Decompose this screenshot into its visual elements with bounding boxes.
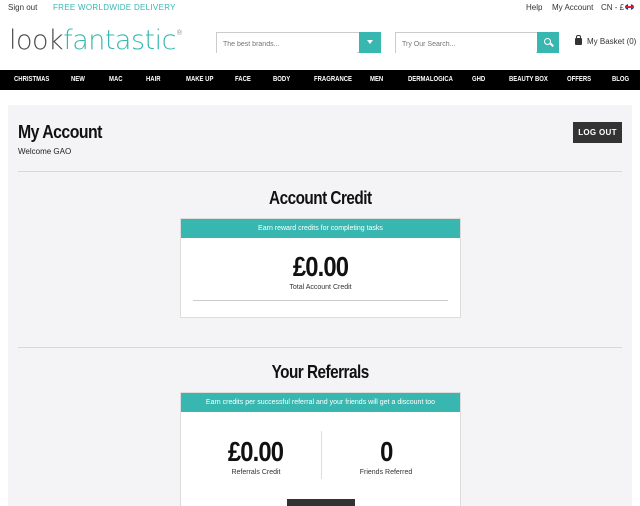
help-link[interactable]: Help bbox=[526, 3, 542, 12]
nav-item-new[interactable]: NEW bbox=[71, 76, 85, 83]
search-input[interactable] bbox=[396, 35, 536, 54]
referrals-card: Earn credits per successful referral and… bbox=[180, 392, 461, 506]
site-logo[interactable]: lookfantastic® bbox=[9, 25, 183, 56]
friends-referred-label: Friends Referred bbox=[359, 469, 413, 476]
chevron-down-icon[interactable] bbox=[359, 32, 381, 53]
credit-banner: Earn reward credits for completing tasks bbox=[181, 219, 460, 238]
nav-item-body[interactable]: BODY bbox=[273, 76, 290, 83]
section-divider bbox=[18, 171, 622, 172]
credit-amount-label: Total Account Credit bbox=[289, 284, 352, 291]
invite-friends-button[interactable] bbox=[287, 499, 355, 506]
credit-amount: £0.00 bbox=[181, 251, 460, 283]
main-navigation: CHRISTMAS NEW MAC HAIR MAKE UP FACE BODY… bbox=[0, 70, 640, 90]
nav-item-offers[interactable]: OFFERS bbox=[567, 76, 591, 83]
sign-out-link[interactable]: Sign out bbox=[8, 3, 37, 12]
section-divider bbox=[18, 347, 622, 348]
my-account-link[interactable]: My Account bbox=[552, 3, 593, 12]
nav-item-make-up[interactable]: MAKE UP bbox=[186, 76, 213, 83]
account-credit-heading: Account Credit bbox=[0, 188, 640, 209]
account-credit-heading-text: Account Credit bbox=[268, 188, 372, 208]
welcome-message: Welcome GAO bbox=[18, 147, 72, 156]
nav-item-hair[interactable]: HAIR bbox=[146, 76, 161, 83]
nav-item-fragrance[interactable]: FRAGRANCE bbox=[314, 76, 352, 83]
locale-selector[interactable]: CN - £ bbox=[601, 3, 624, 12]
search-bar[interactable] bbox=[395, 32, 559, 54]
free-delivery-banner[interactable]: FREE WORLDWIDE DELIVERY bbox=[53, 3, 176, 12]
nav-item-blog[interactable]: BLOG bbox=[612, 76, 629, 83]
referrals-banner: Earn credits per successful referral and… bbox=[181, 393, 460, 412]
referrals-heading-text: Your Referrals bbox=[271, 362, 369, 382]
nav-item-christmas[interactable]: CHRISTMAS bbox=[14, 76, 49, 83]
search-icon-handle bbox=[550, 42, 554, 47]
logo-part-look: look bbox=[9, 25, 64, 56]
shopping-bag-icon bbox=[575, 35, 582, 45]
friends-referred-count: 0 bbox=[321, 436, 451, 468]
logo-registered-mark: ® bbox=[175, 29, 183, 37]
card-divider bbox=[193, 300, 448, 301]
page-title: My Account bbox=[18, 122, 102, 142]
referrals-credit-label: Referrals Credit bbox=[231, 469, 281, 476]
nav-item-beauty-box[interactable]: BEAUTY BOX bbox=[509, 76, 548, 83]
brand-selector[interactable] bbox=[216, 32, 381, 54]
logout-button[interactable]: LOG OUT bbox=[573, 122, 622, 143]
referrals-credit-amount: £0.00 bbox=[181, 436, 331, 468]
nav-item-face[interactable]: FACE bbox=[235, 76, 251, 83]
nav-item-men[interactable]: MEN bbox=[370, 76, 383, 83]
nav-item-ghd[interactable]: GHD bbox=[472, 76, 485, 83]
search-button[interactable] bbox=[537, 32, 559, 53]
uk-flag-icon[interactable] bbox=[625, 4, 634, 10]
friends-referred-value: 0 bbox=[379, 436, 393, 467]
nav-item-dermalogica[interactable]: DERMALOGICA bbox=[408, 76, 453, 83]
top-utility-bar: Sign out FREE WORLDWIDE DELIVERY Help My… bbox=[0, 0, 640, 16]
basket-label: My Basket (0) bbox=[587, 37, 637, 46]
account-credit-card: Earn reward credits for completing tasks… bbox=[180, 218, 461, 318]
referrals-heading: Your Referrals bbox=[0, 362, 640, 383]
referrals-credit-value: £0.00 bbox=[228, 436, 284, 467]
brand-input[interactable] bbox=[217, 35, 357, 54]
credit-amount-value: £0.00 bbox=[292, 251, 349, 282]
nav-item-mac[interactable]: MAC bbox=[109, 76, 123, 83]
logo-part-fantastic: fantastic bbox=[63, 25, 176, 56]
basket-link[interactable]: My Basket (0) bbox=[575, 35, 637, 46]
